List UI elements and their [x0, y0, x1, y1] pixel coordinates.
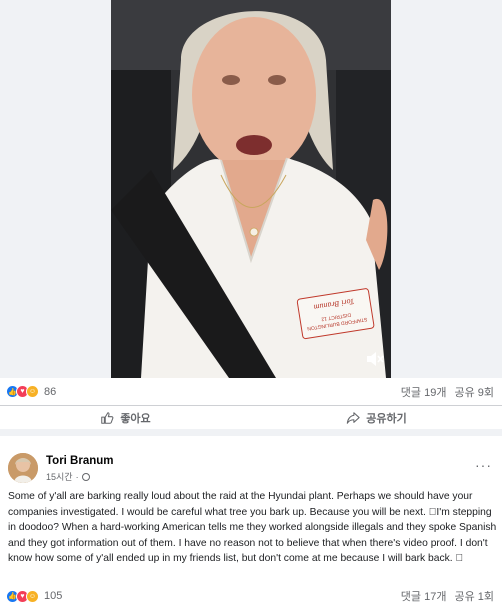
video-reaction-count: 86: [44, 385, 57, 398]
haha-reaction-icon: ☺: [26, 589, 39, 603]
video-player[interactable]: Tori Branum DISTRICT 12 STAFFORD BURLING…: [111, 0, 391, 378]
post-reactions[interactable]: 👍 ♥ ☺ 105: [6, 589, 63, 603]
post-time[interactable]: 15시간: [46, 470, 73, 483]
post-reaction-count: 105: [44, 590, 63, 602]
post-share-count[interactable]: 공유 1회: [454, 588, 494, 604]
share-button-label: 공유하기: [366, 412, 407, 425]
like-button[interactable]: 좋아요: [0, 406, 251, 429]
share-button[interactable]: 공유하기: [251, 406, 502, 429]
video-reactions[interactable]: 👍 ♥ ☺ 86: [6, 385, 56, 398]
video-area: Tori Branum DISTRICT 12 STAFFORD BURLING…: [0, 0, 502, 378]
share-icon: [347, 411, 360, 424]
video-comment-count[interactable]: 댓글 19개: [401, 384, 447, 400]
more-options-icon[interactable]: ···: [475, 457, 492, 473]
volume-icon[interactable]: [363, 348, 385, 370]
thumbs-up-icon: [101, 411, 114, 424]
post-author[interactable]: Tori Branum: [46, 455, 114, 467]
avatar-image: [8, 453, 38, 483]
globe-icon: [81, 472, 90, 481]
post-meta: 15시간 ·: [46, 470, 114, 483]
video-stats-bar: 👍 ♥ ☺ 86 댓글 19개 공유 9회: [0, 378, 502, 406]
post-text: Some of y'all are barking really loud ab…: [8, 491, 497, 565]
haha-reaction-icon: ☺: [26, 385, 39, 398]
post-header: Tori Branum 15시간 ·: [8, 453, 114, 483]
video-frame-image: Tori Branum DISTRICT 12 STAFFORD BURLING…: [111, 0, 391, 378]
post-comment-count[interactable]: 댓글 17개: [401, 588, 447, 604]
like-button-label: 좋아요: [120, 412, 151, 425]
video-share-count[interactable]: 공유 9회: [454, 384, 494, 400]
post-stats-bar: 👍 ♥ ☺ 105 댓글 17개 공유 1회: [0, 582, 502, 610]
action-bar: 좋아요 공유하기: [0, 406, 502, 436]
avatar[interactable]: [8, 453, 38, 483]
post-card: Tori Branum 15시간 · ··· Some of y'all are…: [0, 443, 502, 582]
